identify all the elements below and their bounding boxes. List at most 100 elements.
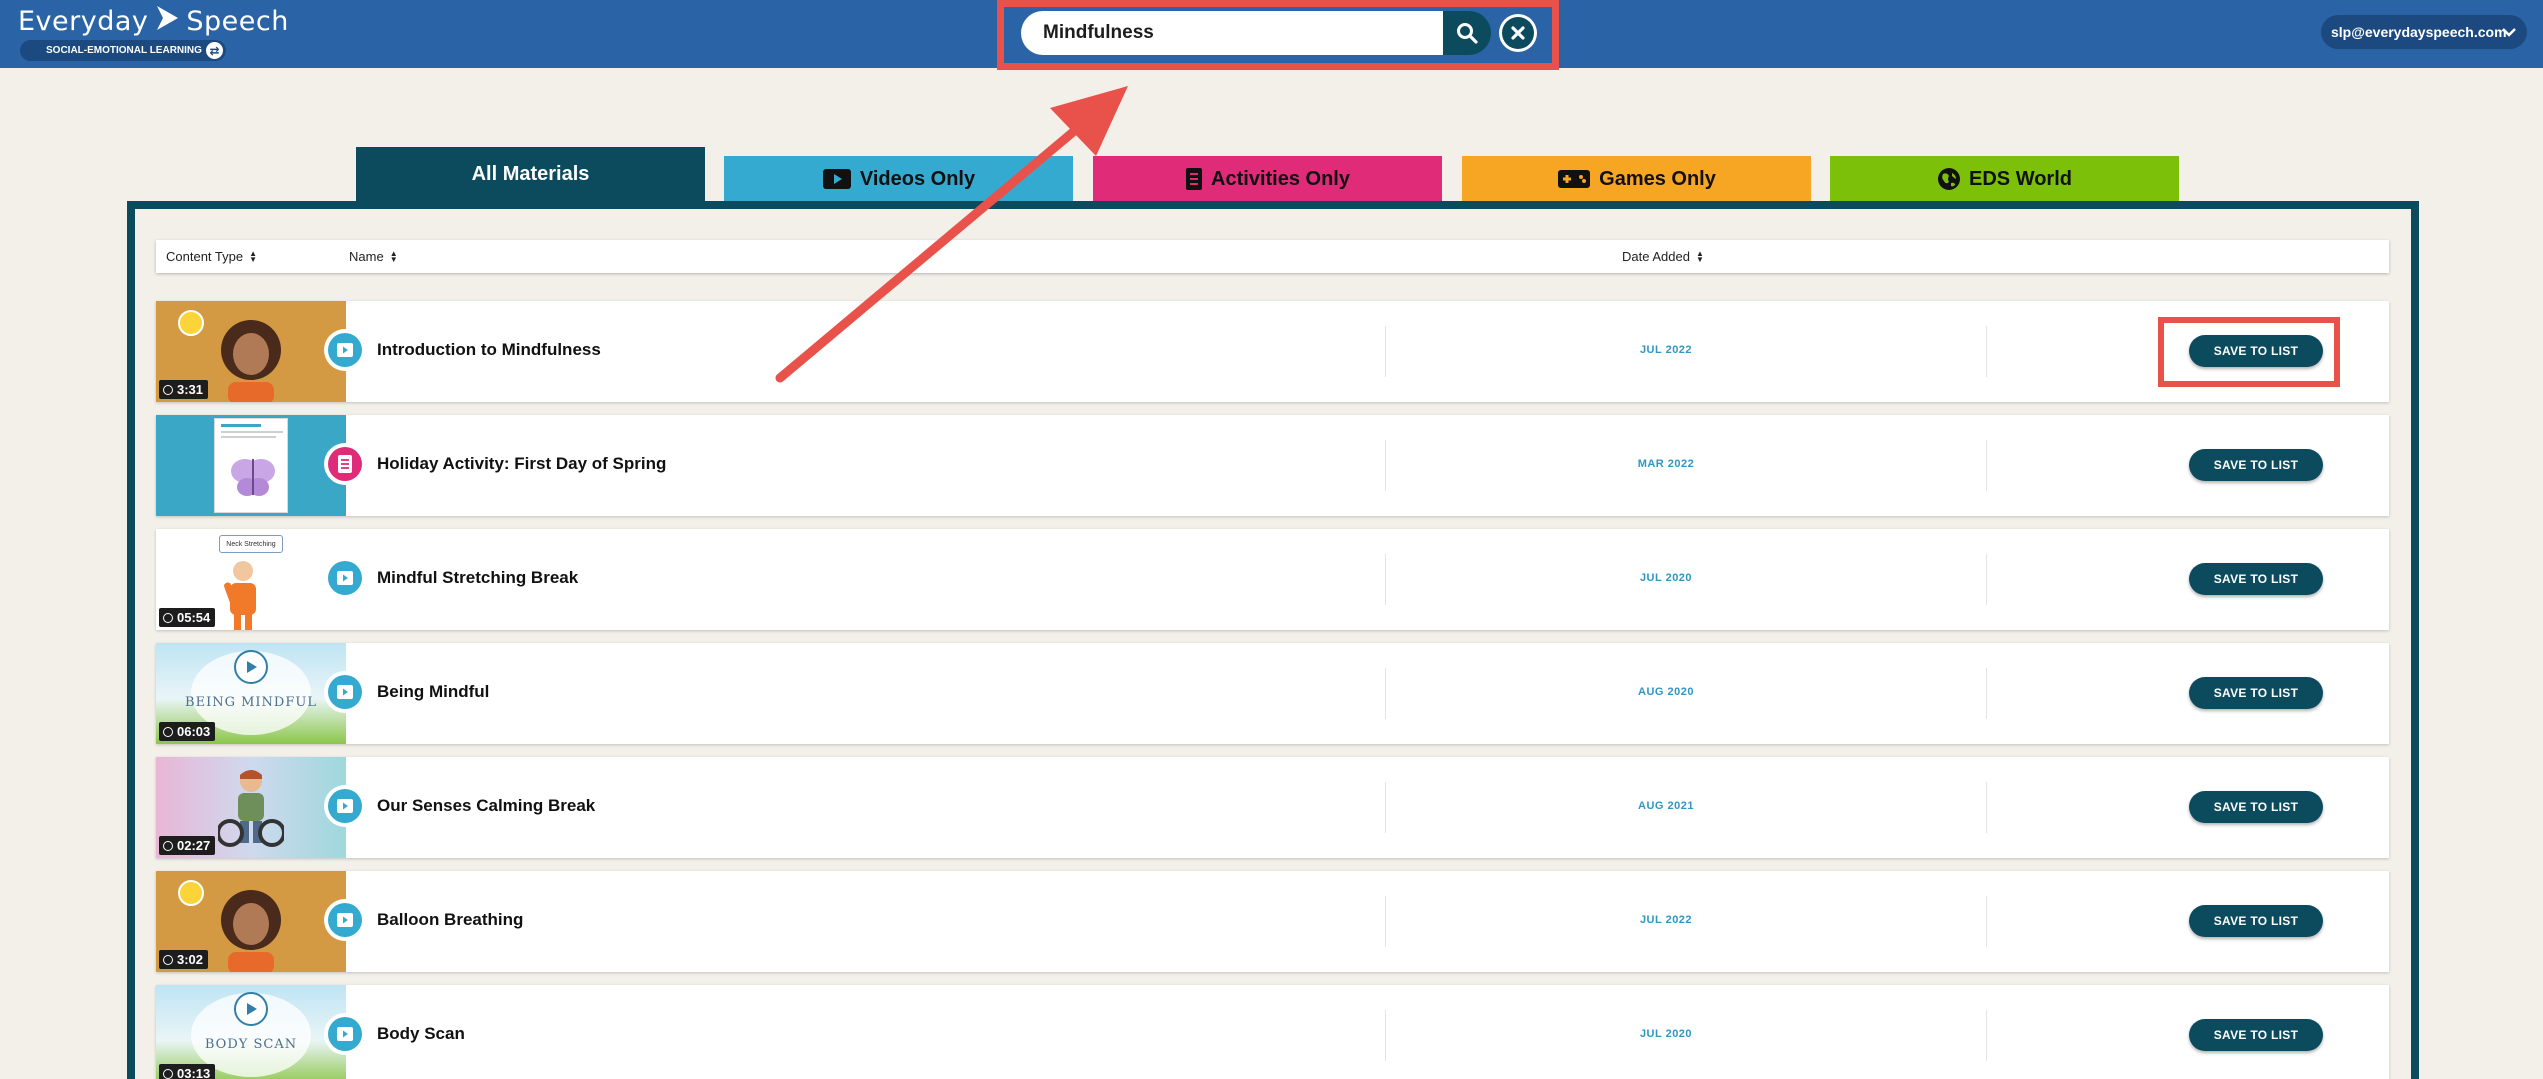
column-label: Date Added: [1622, 249, 1690, 264]
save-to-list-button[interactable]: SAVE TO LIST: [2189, 563, 2323, 595]
thumbnail-caption: Neck Stretching: [219, 535, 283, 553]
play-logo-icon: [154, 4, 180, 39]
list-item[interactable]: BEING MINDFUL 06:03 Being Mindful AUG 20…: [156, 643, 2389, 744]
thumbnail-caption: BEING MINDFUL: [185, 695, 317, 710]
row-title[interactable]: Balloon Breathing: [377, 910, 523, 930]
sort-content-type[interactable]: Content Type ▲ ▼: [166, 249, 257, 264]
divider: [1986, 1010, 1987, 1061]
thumbnail-image[interactable]: 3:31: [156, 301, 346, 402]
tab-games-only[interactable]: Games Only: [1462, 156, 1811, 202]
video-type-icon: [324, 329, 366, 371]
divider: [1385, 668, 1386, 719]
divider: [1986, 440, 1987, 491]
list-item[interactable]: 02:27 Our Senses Calming Break AUG 2021 …: [156, 757, 2389, 858]
video-icon: [822, 168, 852, 190]
thumbnail-image[interactable]: BODY SCAN 03:13: [156, 985, 346, 1079]
row-title[interactable]: Body Scan: [377, 1024, 465, 1044]
date-added: JUL 2020: [1639, 572, 1693, 584]
video-type-icon: [324, 899, 366, 941]
clock-icon: [163, 612, 173, 623]
save-to-list-button[interactable]: SAVE TO LIST: [2189, 905, 2323, 937]
list-item[interactable]: Holiday Activity: First Day of Spring MA…: [156, 415, 2389, 516]
video-type-icon: [324, 1013, 366, 1055]
product-switcher[interactable]: SOCIAL-EMOTIONAL LEARNING ⇄: [20, 40, 226, 61]
tab-label: Games Only: [1599, 167, 1716, 190]
thumbnail-caption: BODY SCAN: [204, 1037, 298, 1052]
video-duration: 05:54: [159, 608, 216, 627]
row-title[interactable]: Being Mindful: [377, 682, 489, 702]
emoji-icon: [178, 310, 204, 336]
thumbnail-image[interactable]: 02:27: [156, 757, 346, 858]
product-badge-label: SOCIAL-EMOTIONAL LEARNING: [46, 45, 202, 56]
globe-icon: [1937, 167, 1961, 191]
play-icon: [234, 650, 268, 684]
date-added: JUL 2022: [1639, 344, 1693, 356]
tab-all-materials[interactable]: All Materials: [356, 147, 705, 202]
divider: [1986, 782, 1987, 833]
list-item[interactable]: 3:02 Balloon Breathing JUL 2022 SAVE TO …: [156, 871, 2389, 972]
gamepad-icon: [1557, 169, 1591, 189]
brand-left-text: Everyday: [18, 6, 149, 37]
sort-icon: ▲ ▼: [1695, 248, 1704, 264]
thumbnail-image[interactable]: 3:02: [156, 871, 346, 972]
video-type-icon: [324, 785, 366, 827]
tab-label: Videos Only: [859, 167, 976, 190]
thumbnail-image[interactable]: Neck Stretching 05:54: [156, 529, 346, 630]
tab-label: Activities Only: [1211, 167, 1350, 190]
divider: [1986, 554, 1987, 605]
video-duration: 3:02: [159, 950, 209, 969]
row-title[interactable]: Our Senses Calming Break: [377, 796, 595, 816]
date-added: MAR 2022: [1637, 458, 1695, 470]
sort-icon: ▲ ▼: [389, 248, 398, 264]
save-to-list-button[interactable]: SAVE TO LIST: [2189, 449, 2323, 481]
brand-right-text: Speech: [186, 6, 289, 37]
search-highlight-box: [997, 0, 1559, 70]
divider: [1986, 896, 1987, 947]
video-duration: 02:27: [159, 836, 216, 855]
row-title[interactable]: Holiday Activity: First Day of Spring: [377, 454, 666, 474]
divider: [1385, 896, 1386, 947]
divider: [1986, 326, 1987, 377]
chevron-down-icon: [2501, 25, 2517, 41]
thumbnail-image[interactable]: [156, 415, 346, 516]
row-title[interactable]: Mindful Stretching Break: [377, 568, 578, 588]
divider: [1986, 668, 1987, 719]
date-added: JUL 2022: [1639, 914, 1693, 926]
clock-icon: [163, 954, 173, 965]
column-label: Name: [349, 249, 384, 264]
divider: [1385, 440, 1386, 491]
account-email: slp@everydayspeech.com: [2331, 24, 2507, 40]
sort-name[interactable]: Name ▲ ▼: [349, 249, 398, 264]
save-to-list-button[interactable]: SAVE TO LIST: [2189, 677, 2323, 709]
clock-icon: [163, 840, 173, 851]
sort-bar: Content Type ▲ ▼ Name ▲ ▼ Date Added ▲ ▼: [156, 240, 2389, 273]
activity-type-icon: [324, 443, 366, 485]
save-to-list-button[interactable]: SAVE TO LIST: [2189, 1019, 2323, 1051]
divider: [1385, 326, 1386, 377]
video-type-icon: [324, 557, 366, 599]
tab-label: EDS World: [1969, 167, 2072, 190]
everyday-speech-logo[interactable]: Everyday Speech: [18, 4, 289, 39]
emoji-icon: [178, 880, 204, 906]
wheelchair-child-illustration: [218, 770, 284, 847]
clock-icon: [163, 726, 173, 737]
tab-activities-only[interactable]: Activities Only: [1093, 156, 1442, 202]
list-item[interactable]: BODY SCAN 03:13 Body Scan JUL 2020 SAVE …: [156, 985, 2389, 1079]
girl-illustration: [221, 890, 281, 972]
list-item[interactable]: Neck Stretching 05:54 Mindful Stretching…: [156, 529, 2389, 630]
save-to-list-button[interactable]: SAVE TO LIST: [2189, 791, 2323, 823]
list-item[interactable]: 3:31 Introduction to Mindfulness JUL 202…: [156, 301, 2389, 402]
tab-videos-only[interactable]: Videos Only: [724, 156, 1073, 202]
date-added: JUL 2020: [1639, 1028, 1693, 1040]
date-added: AUG 2021: [1638, 800, 1694, 812]
sort-date-added[interactable]: Date Added ▲ ▼: [1622, 249, 1704, 264]
thumbnail-image[interactable]: BEING MINDFUL 06:03: [156, 643, 346, 744]
tab-eds-world[interactable]: EDS World: [1830, 156, 2179, 202]
row-title[interactable]: Introduction to Mindfulness: [377, 340, 601, 360]
switch-icon: ⇄: [206, 42, 223, 59]
clock-icon: [163, 1068, 173, 1079]
divider: [1385, 782, 1386, 833]
tab-label: All Materials: [471, 163, 590, 185]
account-menu[interactable]: slp@everydayspeech.com: [2321, 15, 2527, 49]
clock-icon: [163, 384, 173, 395]
